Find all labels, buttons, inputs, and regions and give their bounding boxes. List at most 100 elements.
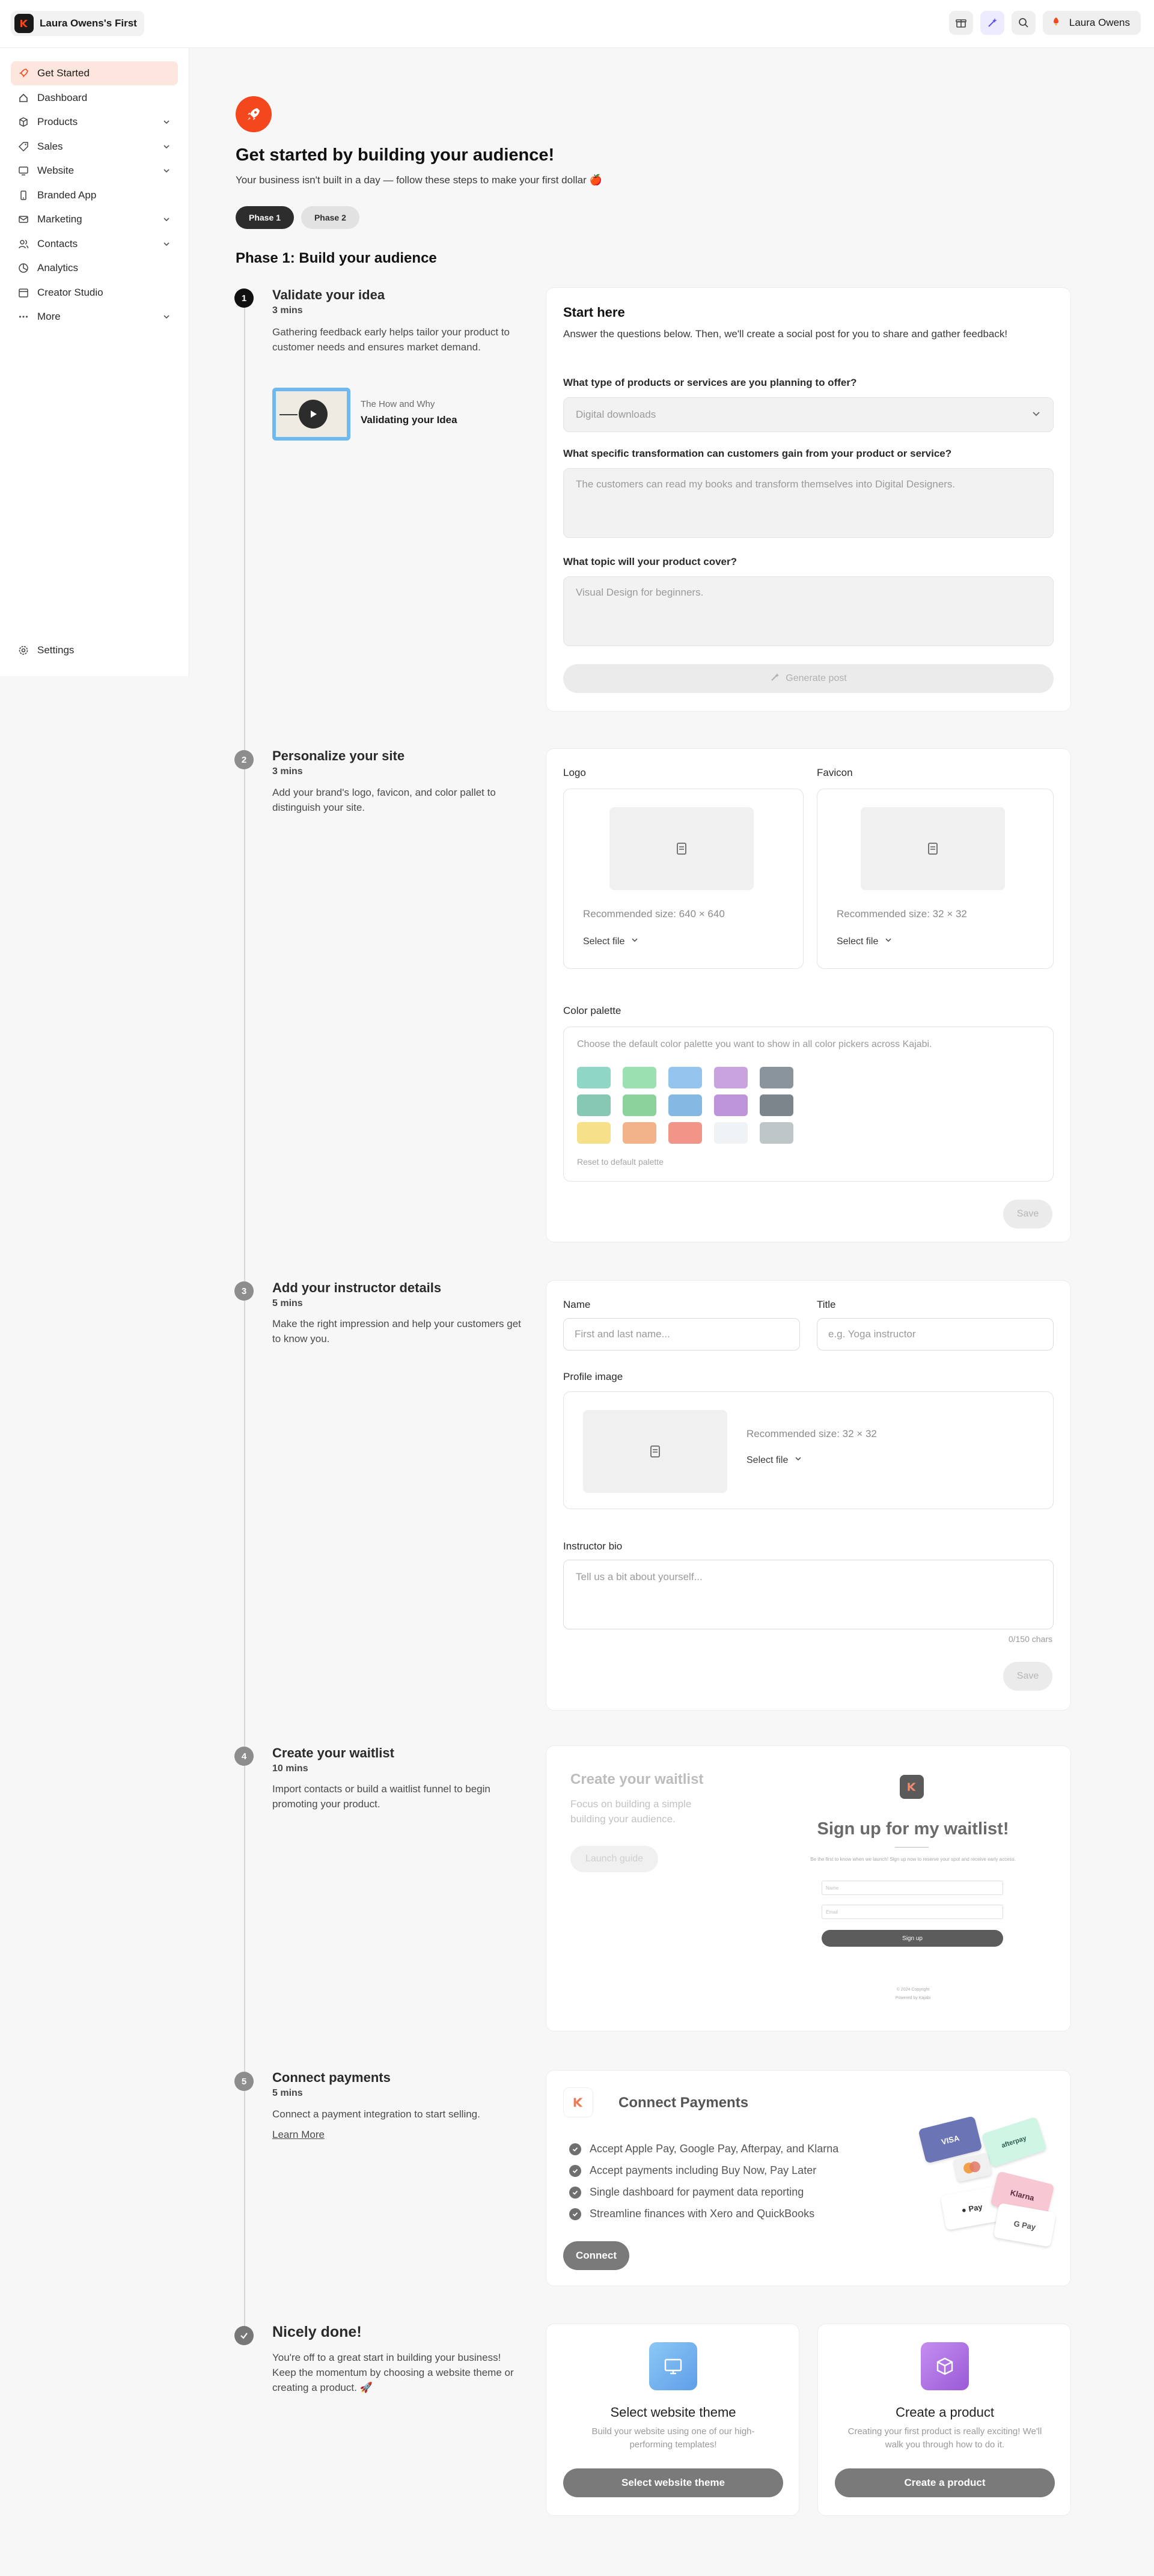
chevron-down-icon[interactable]: [162, 312, 171, 324]
search-icon[interactable]: [1011, 11, 1036, 35]
sidebar-item-website[interactable]: Website: [11, 159, 178, 183]
select-file-label: Select file: [837, 936, 879, 947]
logo-recommended-size: Recommended size: 640 × 640: [583, 908, 725, 920]
save-button[interactable]: Save: [1003, 1200, 1052, 1228]
profile-image-label: Profile image: [563, 1371, 623, 1382]
kajabi-logo-icon: [900, 1775, 924, 1799]
color-swatch[interactable]: [623, 1067, 656, 1088]
chevron-down-icon[interactable]: [162, 117, 171, 129]
video-thumbnail[interactable]: [272, 388, 350, 441]
color-swatch[interactable]: [760, 1067, 793, 1088]
card-text: Answer the questions below. Then, we'll …: [563, 328, 1008, 340]
step-description: Connect a payment integration to start s…: [272, 2108, 480, 2120]
learn-more-link[interactable]: Learn More: [272, 2129, 325, 2141]
question-label: What topic will your product cover?: [563, 556, 737, 567]
save-button[interactable]: Save: [1003, 1662, 1052, 1691]
sidebar-item-label: Settings: [37, 644, 75, 656]
color-swatch[interactable]: [668, 1122, 702, 1144]
sidebar-item-settings[interactable]: Settings: [11, 638, 179, 662]
product-type-select[interactable]: Digital downloads: [563, 397, 1054, 432]
user-menu[interactable]: Laura Owens: [1042, 11, 1141, 35]
preview-email-field: Email: [822, 1905, 1003, 1919]
video-title[interactable]: Validating your Idea: [361, 414, 457, 426]
preview-subtitle: Be the first to know when we launch! Sig…: [810, 1857, 1016, 1862]
connect-button[interactable]: Connect: [563, 2241, 629, 2270]
generate-post-button[interactable]: Generate post: [563, 664, 1054, 693]
step-title: Add your instructor details: [272, 1280, 442, 1295]
benefit-item: Accept payments including Buy Now, Pay L…: [569, 2164, 816, 2177]
create-product-button[interactable]: Create a product: [835, 2468, 1055, 2497]
color-swatch[interactable]: [577, 1122, 611, 1144]
launch-guide-button[interactable]: Launch guide: [570, 1846, 658, 1872]
preview-title: Sign up for my waitlist!: [817, 1819, 1009, 1839]
step-number-badge: 2: [234, 750, 254, 769]
color-swatch[interactable]: [623, 1122, 656, 1144]
reset-palette-link[interactable]: Reset to default palette: [577, 1157, 664, 1167]
profile-select-file[interactable]: Select file: [746, 1454, 802, 1466]
page-title: Get started by building your audience!: [236, 145, 555, 165]
tab-phase-1[interactable]: Phase 1: [236, 206, 294, 229]
sidebar-item-sales[interactable]: Sales: [11, 135, 178, 159]
calendar-icon: [18, 287, 29, 298]
color-swatch[interactable]: [714, 1122, 748, 1144]
color-swatch[interactable]: [668, 1067, 702, 1088]
sidebar-item-branded-app[interactable]: Branded App: [11, 183, 178, 207]
favicon-select-file[interactable]: Select file: [837, 936, 893, 947]
topic-textarea[interactable]: Visual Design for beginners.: [563, 576, 1054, 646]
sidebar-item-creator-studio[interactable]: Creator Studio: [11, 281, 178, 305]
check-circle-icon: [569, 2186, 581, 2199]
connect-payments-card: Connect Payments Accept Apple Pay, Googl…: [546, 2070, 1071, 2286]
chevron-down-icon[interactable]: [162, 142, 171, 154]
dashboard-icon: [18, 93, 29, 103]
color-swatch[interactable]: [623, 1094, 656, 1116]
gift-icon[interactable]: [948, 11, 973, 35]
profile-image-upload[interactable]: Recommended size: 32 × 32 Select file: [563, 1391, 1054, 1509]
waitlist-card: Create your waitlist Focus on building a…: [546, 1745, 1071, 2031]
color-swatch[interactable]: [668, 1094, 702, 1116]
chevron-down-icon: [794, 1454, 802, 1466]
sidebar-item-more[interactable]: More: [11, 305, 178, 329]
site-switcher[interactable]: Laura Owens's First: [11, 11, 144, 36]
instructor-card: Name First and last name... Title e.g. Y…: [546, 1280, 1071, 1711]
sidebar-item-marketing[interactable]: Marketing: [11, 207, 178, 231]
profile-recommended-size: Recommended size: 32 × 32: [746, 1428, 877, 1439]
site-name: Laura Owens's First: [40, 17, 137, 29]
magic-wand-icon[interactable]: [980, 11, 1004, 35]
color-swatch[interactable]: [760, 1094, 793, 1116]
color-swatch[interactable]: [760, 1122, 793, 1144]
file-icon: [609, 807, 754, 890]
chevron-down-icon[interactable]: [162, 166, 171, 178]
color-swatch[interactable]: [577, 1067, 611, 1088]
select-website-theme-button[interactable]: Select website theme: [563, 2468, 783, 2497]
sidebar-item-analytics[interactable]: Analytics: [11, 256, 178, 280]
logo-upload[interactable]: Recommended size: 640 × 640 Select file: [563, 789, 804, 969]
box-icon: [18, 117, 29, 127]
color-swatch[interactable]: [714, 1094, 748, 1116]
users-icon: [18, 239, 29, 249]
color-swatch[interactable]: [714, 1067, 748, 1088]
logo-select-file[interactable]: Select file: [583, 936, 639, 947]
favicon-recommended-size: Recommended size: 32 × 32: [837, 908, 967, 920]
sidebar-item-products[interactable]: Products: [11, 110, 178, 134]
chart-icon: [18, 263, 29, 273]
name-input[interactable]: First and last name...: [563, 1318, 800, 1351]
video-kicker: The How and Why: [361, 399, 435, 409]
question-label: What specific transformation can custome…: [563, 448, 952, 459]
rocket-icon: [18, 68, 29, 79]
transformation-textarea[interactable]: The customers can read my books and tran…: [563, 468, 1054, 538]
sidebar-item-get-started[interactable]: Get Started: [11, 61, 178, 85]
sidebar-item-contacts[interactable]: Contacts: [11, 232, 178, 256]
chevron-down-icon: [1031, 409, 1041, 421]
chevron-down-icon[interactable]: [162, 239, 171, 251]
sidebar-item-dashboard[interactable]: Dashboard: [11, 86, 178, 110]
step-title: Create your waitlist: [272, 1745, 394, 1760]
color-swatch[interactable]: [577, 1094, 611, 1116]
logo-label: Logo: [563, 767, 586, 778]
title-input[interactable]: e.g. Yoga instructor: [817, 1318, 1054, 1351]
preview-footer-copyright: © 2024 Copyright: [896, 1988, 930, 1992]
tab-phase-2[interactable]: Phase 2: [301, 206, 359, 229]
chevron-down-icon[interactable]: [162, 215, 171, 227]
done-description: You're off to a great start in building …: [272, 2352, 514, 2393]
bio-textarea[interactable]: Tell us a bit about yourself...: [563, 1560, 1054, 1629]
favicon-upload[interactable]: Recommended size: 32 × 32 Select file: [817, 789, 1054, 969]
